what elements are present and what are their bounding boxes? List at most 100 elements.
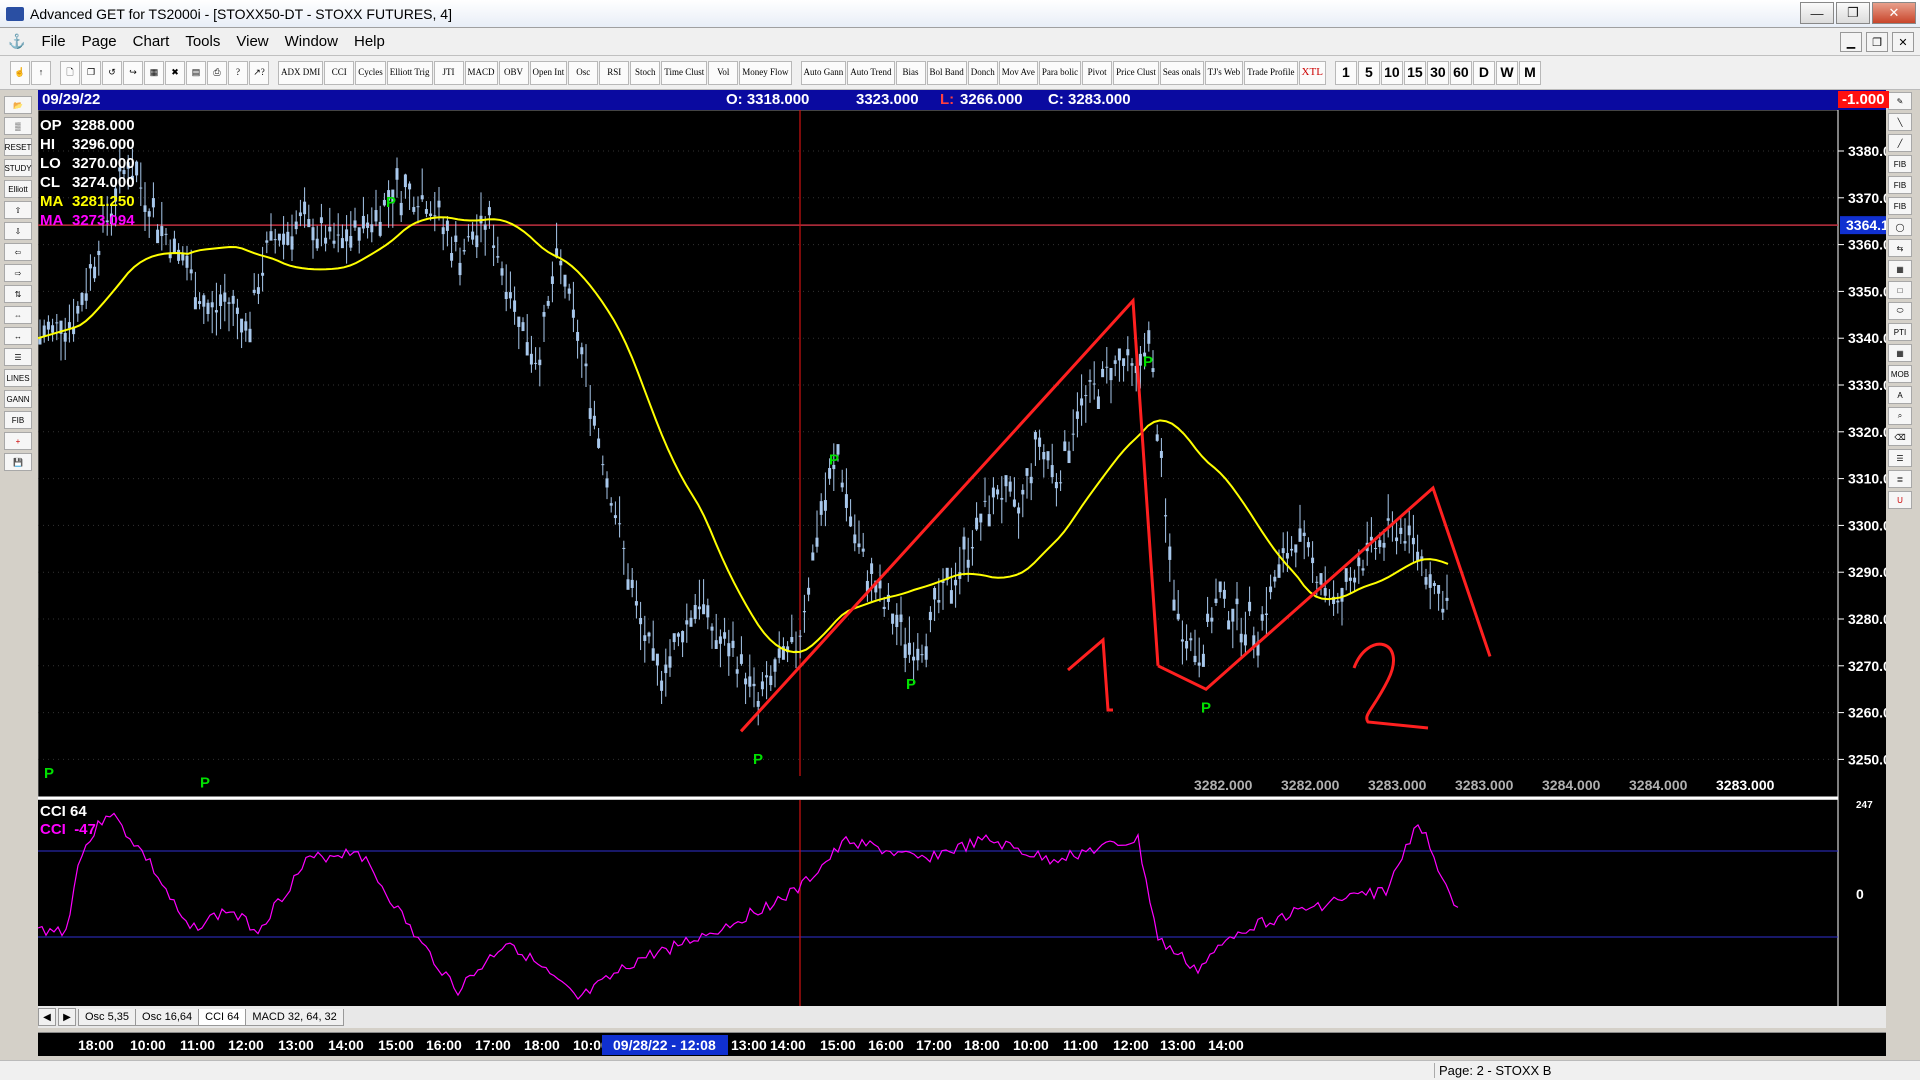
bars-icon[interactable]: ☰ [4, 348, 32, 366]
ray-tool-icon[interactable]: ╱ [1888, 134, 1912, 152]
eraser-icon[interactable]: ⌫ [1888, 428, 1912, 446]
tab-macd[interactable]: MACD 32, 64, 32 [245, 1008, 344, 1026]
close-button[interactable]: ✕ [1872, 2, 1916, 24]
mdi-restore-button[interactable]: ❐ [1866, 32, 1888, 52]
study-cycles-button[interactable]: Cycles [355, 60, 386, 85]
study-jti-button[interactable]: JTI [433, 60, 464, 85]
period-60-button[interactable]: 60 [1449, 60, 1472, 85]
scroll-up-icon[interactable]: ⇧ [4, 201, 32, 219]
pen-icon[interactable]: ✎ [1888, 92, 1912, 110]
compress-icon[interactable]: ⇅ [4, 285, 32, 303]
period-5-button[interactable]: 5 [1357, 60, 1380, 85]
scroll-right-icon[interactable]: ⇨ [4, 264, 32, 282]
menu-file[interactable]: File [33, 33, 73, 50]
study-osc-button[interactable]: Osc [568, 60, 599, 85]
print-icon[interactable]: ⎙ [207, 60, 227, 85]
study-elliott-trig-button[interactable]: Elliott Trig [386, 60, 433, 85]
study-pivot-button[interactable]: Pivot [1082, 60, 1113, 85]
period-m-button[interactable]: M [1518, 60, 1541, 85]
study-mov-ave-button[interactable]: Mov Ave [998, 60, 1038, 85]
mdi-minimize-button[interactable]: ▁ [1840, 32, 1862, 52]
crosshair-icon[interactable]: + [4, 432, 32, 450]
study-time-clust-button[interactable]: Time Clust [661, 60, 708, 85]
lines-icon[interactable]: LINES [4, 369, 32, 387]
cross-icon[interactable]: ✖ [165, 60, 185, 85]
fib-ret-icon[interactable]: FIB [1888, 155, 1912, 173]
undo-icon[interactable]: U [1888, 491, 1912, 509]
box-tool-icon[interactable]: □ [1888, 281, 1912, 299]
study-rsi-button[interactable]: RSI [599, 60, 630, 85]
scroll-down-icon[interactable]: ⇩ [4, 222, 32, 240]
maximize-button[interactable]: ❐ [1836, 2, 1870, 24]
chart-type-icon[interactable]: ▒ [4, 117, 32, 135]
menu-tools[interactable]: Tools [177, 33, 228, 50]
save-icon[interactable]: 💾 [4, 453, 32, 471]
tab-scroll-right-icon[interactable]: ▶ [58, 1008, 76, 1026]
ellipse-tool-icon[interactable]: ⬭ [1888, 302, 1912, 320]
study-icon[interactable]: STUDY [4, 159, 32, 177]
study-price-clust-button[interactable]: Price Clust [1113, 60, 1159, 85]
study-bias-button[interactable]: Bias [895, 60, 926, 85]
text-tool-icon[interactable]: A [1888, 386, 1912, 404]
menu-help[interactable]: Help [346, 33, 393, 50]
line-tool-icon[interactable]: ╲ [1888, 113, 1912, 131]
expand-icon[interactable]: ⇔ [4, 306, 32, 324]
gann-icon[interactable]: GANN [4, 390, 32, 408]
mdi-close-button[interactable]: ✕ [1892, 32, 1914, 52]
study-trade-profile-button[interactable]: Trade Profile [1244, 60, 1298, 85]
mob-icon[interactable]: MOB [1888, 365, 1912, 383]
study-macd-button[interactable]: MACD [464, 60, 498, 85]
period-d-button[interactable]: D [1472, 60, 1495, 85]
layout-icon[interactable]: ▤ [186, 60, 206, 85]
period-10-button[interactable]: 10 [1380, 60, 1403, 85]
tab-osc-16-64[interactable]: Osc 16,64 [135, 1008, 200, 1026]
study-cci-button[interactable]: CCI [324, 60, 355, 85]
zoom-icon[interactable]: ⌕ [1888, 407, 1912, 425]
zoom-horizontal-icon[interactable]: ↔ [4, 327, 32, 345]
channel-tool-icon[interactable]: ⇆ [1888, 239, 1912, 257]
study-auto-trend-button[interactable]: Auto Trend [847, 60, 895, 85]
period-15-button[interactable]: 15 [1403, 60, 1426, 85]
menu-chart[interactable]: Chart [125, 33, 178, 50]
period-1-button[interactable]: 1 [1334, 60, 1357, 85]
menu-view[interactable]: View [228, 33, 276, 50]
forward-icon[interactable]: ↪ [123, 60, 143, 85]
reset-icon[interactable]: RESET [4, 138, 32, 156]
price-chart-svg[interactable]: 3380.000 3370.000 3360.000 3350.000 3340.000… [37, 109, 1907, 801]
pointer-icon[interactable]: ☝ [10, 60, 30, 85]
study-stoch-button[interactable]: Stoch [630, 60, 661, 85]
grid-icon[interactable]: ▦ [144, 60, 164, 85]
study-donch-button[interactable]: Donch [967, 60, 998, 85]
grid-tool-icon[interactable]: ▦ [1888, 260, 1912, 278]
minimize-button[interactable]: — [1800, 2, 1834, 24]
table-tool-icon[interactable]: ▦ [1888, 344, 1912, 362]
open-folder-icon[interactable]: 📂 [4, 96, 32, 114]
notes-icon[interactable]: ≣ [1888, 470, 1912, 488]
scroll-left-icon[interactable]: ⇦ [4, 243, 32, 261]
cci-panel[interactable]: 0 247 [37, 800, 1886, 1006]
study-auto-gann-button[interactable]: Auto Gann [800, 60, 847, 85]
xtl-button[interactable]: XTL [1298, 60, 1326, 85]
study-para-bolic-button[interactable]: Para bolic [1038, 60, 1082, 85]
study-tj-s-web-button[interactable]: TJ's Web [1204, 60, 1244, 85]
chart-area[interactable]: 3380.000 3370.000 3360.000 3350.000 3340.000… [37, 109, 1907, 801]
copy-icon[interactable]: ❐ [81, 60, 101, 85]
tab-scroll-left-icon[interactable]: ◀ [38, 1008, 56, 1026]
period-30-button[interactable]: 30 [1426, 60, 1449, 85]
menu-page[interactable]: Page [74, 33, 125, 50]
context-help-icon[interactable]: ↗? [249, 60, 269, 85]
study-vol-button[interactable]: Vol [708, 60, 739, 85]
study-bol-band-button[interactable]: Bol Band [926, 60, 967, 85]
circle-tool-icon[interactable]: ◯ [1888, 218, 1912, 236]
new-icon[interactable]: 🗋 [60, 60, 80, 85]
study-obv-button[interactable]: OBV [498, 60, 529, 85]
arrow-icon[interactable]: ↑ [31, 60, 51, 85]
fib-time-icon[interactable]: FIB [1888, 197, 1912, 215]
fib-icon[interactable]: FIB [4, 411, 32, 429]
period-w-button[interactable]: W [1495, 60, 1518, 85]
study-money-flow-button[interactable]: Money Flow [739, 60, 792, 85]
elliott-icon[interactable]: Elliott [4, 180, 32, 198]
fib-ext-icon[interactable]: FIB [1888, 176, 1912, 194]
pti-icon[interactable]: PTI [1888, 323, 1912, 341]
help-icon[interactable]: ? [228, 60, 248, 85]
